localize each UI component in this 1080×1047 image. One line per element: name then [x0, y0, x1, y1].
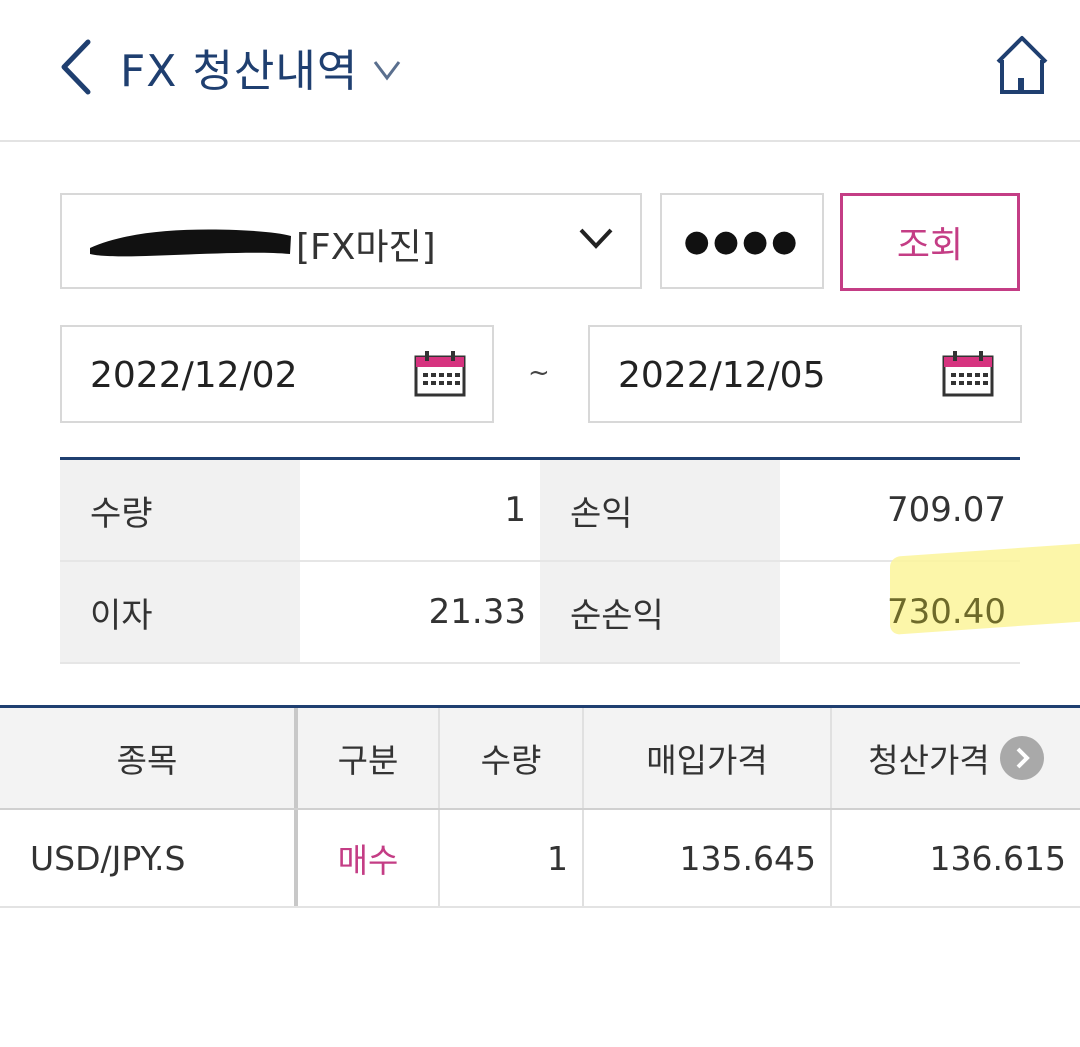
chevron-right-icon	[1016, 747, 1030, 769]
column-header-label: 청산가격	[868, 741, 990, 780]
password-field[interactable]: ●●●●	[660, 193, 824, 289]
cell-side: 매수	[298, 810, 440, 906]
summary-row: 수량 1 손익 709.07	[60, 460, 1020, 562]
summary-value: 1	[300, 460, 540, 560]
title-dropdown[interactable]: FX 청산내역	[120, 34, 402, 100]
home-button[interactable]	[994, 34, 1050, 98]
home-icon	[996, 36, 1048, 94]
cell-settle-price: 136.615	[929, 838, 1066, 878]
date-to-field[interactable]: 2022/12/05	[588, 325, 1022, 423]
calendar-icon[interactable]	[414, 351, 466, 397]
settlement-table: 종목 구분 수량 매입가격 청산가격 USD/JPY.S 매수 1 135.64…	[0, 705, 1080, 908]
summary-table: 수량 1 손익 709.07 이자 21.33 순손익 730.40	[60, 457, 1080, 664]
search-button[interactable]: 조회	[840, 193, 1020, 291]
cell-buy-price: 135.645	[584, 810, 832, 906]
calendar-icon[interactable]	[942, 351, 994, 397]
date-from-value: 2022/12/02	[90, 355, 298, 396]
chevron-left-icon	[61, 39, 91, 95]
summary-label: 수량	[60, 460, 300, 560]
redaction-mark	[90, 229, 291, 257]
net-profit-text: 730.40	[887, 592, 1006, 632]
summary-label: 순손익	[540, 562, 780, 662]
summary-label: 손익	[540, 460, 780, 560]
cell-symbol: USD/JPY.S	[0, 810, 298, 906]
column-header: 종목	[0, 708, 298, 808]
column-header: 구분	[298, 708, 440, 808]
back-button[interactable]	[52, 34, 102, 100]
table-row[interactable]: USD/JPY.S 매수 1 135.645 136.615	[0, 810, 1080, 908]
summary-row: 이자 21.33 순손익 730.40	[60, 543, 1080, 664]
app-header: FX 청산내역	[0, 0, 1080, 142]
date-to-value: 2022/12/05	[618, 355, 826, 396]
date-range-separator: ~	[528, 358, 550, 388]
table-header: 종목 구분 수량 매입가격 청산가격	[0, 705, 1080, 810]
summary-value: 21.33	[300, 562, 540, 662]
chevron-down-icon	[579, 228, 613, 249]
password-mask: ●●●●	[683, 223, 801, 259]
column-header-last: 청산가격	[832, 708, 1080, 808]
column-header: 매입가격	[584, 708, 832, 808]
net-profit-value: 730.40	[780, 543, 1080, 662]
account-type-label: [FX마진]	[296, 227, 436, 268]
cell-quantity: 1	[440, 810, 584, 906]
date-from-field[interactable]: 2022/12/02	[60, 325, 494, 423]
chevron-down-icon	[374, 61, 401, 81]
scroll-right-button[interactable]	[999, 736, 1044, 780]
summary-label: 이자	[60, 562, 300, 662]
column-header: 수량	[440, 708, 584, 808]
page-title: FX 청산내역	[120, 46, 359, 97]
summary-value: 709.07	[780, 460, 1020, 560]
